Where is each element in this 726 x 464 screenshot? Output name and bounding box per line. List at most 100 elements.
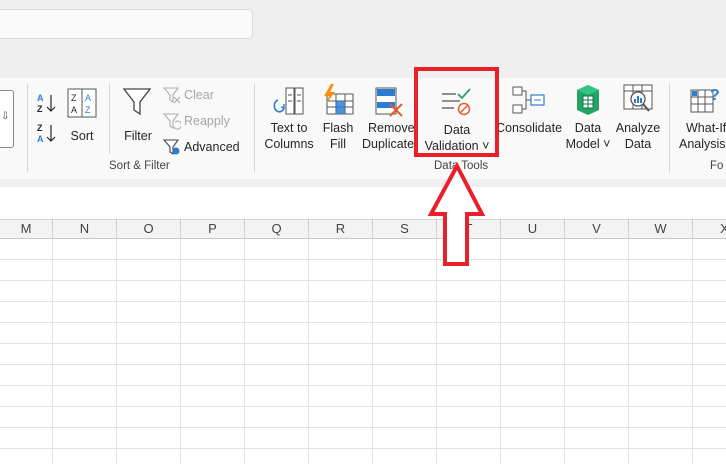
separator	[669, 84, 670, 172]
clear-label: Clear	[184, 88, 214, 102]
sort-label: Sort	[70, 129, 94, 143]
formula-bar-area[interactable]	[0, 187, 726, 219]
column-divider[interactable]	[692, 219, 693, 239]
what-if-label-line2: Analysis ˅	[679, 137, 726, 151]
consolidate-button[interactable]: Consolidate	[496, 86, 562, 136]
column-header[interactable]: M	[0, 220, 52, 238]
sort-button[interactable]: Z A A Z Sort	[64, 86, 100, 146]
advanced-filter-icon	[163, 139, 180, 156]
grid-line	[0, 385, 726, 386]
grid-line	[0, 406, 726, 407]
column-header[interactable]: W	[629, 220, 692, 238]
svg-text:Z: Z	[71, 93, 77, 103]
column-header-row: M N O P Q R S T U V W X	[0, 219, 726, 239]
grid-line	[0, 280, 726, 281]
advanced-label: Advanced	[184, 140, 240, 154]
grid-line	[0, 448, 726, 449]
grid-line	[0, 343, 726, 344]
consolidate-icon	[512, 86, 545, 114]
partial-left-button[interactable]: ⇩	[0, 90, 14, 148]
column-divider[interactable]	[116, 219, 117, 239]
forecast-group-label: Fo	[710, 160, 724, 172]
grid-line	[692, 239, 693, 464]
column-header[interactable]: U	[501, 220, 564, 238]
sort-ascending-button[interactable]: A Z	[36, 92, 58, 114]
column-divider[interactable]	[52, 219, 53, 239]
grid-line	[0, 364, 726, 365]
data-model-label-line2: Model ˅	[565, 137, 611, 151]
sort-descending-button[interactable]: Z A	[36, 122, 58, 144]
grid-line	[628, 239, 629, 464]
analyze-data-label-line1: Analyze	[615, 121, 661, 135]
clear-button: Clear	[162, 86, 222, 106]
remove-duplicates-label-line1: Remove	[368, 121, 414, 135]
search-box[interactable]	[0, 9, 253, 39]
svg-text:Z: Z	[37, 104, 43, 114]
sort-z-a-icon: Z A	[37, 123, 56, 144]
column-divider[interactable]	[500, 219, 501, 239]
column-header[interactable]: Q	[245, 220, 308, 238]
grid-line	[116, 239, 117, 464]
grid-line	[244, 239, 245, 464]
consolidate-label: Consolidate	[496, 121, 563, 135]
flash-fill-icon	[324, 84, 354, 115]
svg-text:A: A	[71, 105, 77, 115]
column-divider[interactable]	[564, 219, 565, 239]
reapply-button: Reapply	[162, 112, 232, 132]
column-divider[interactable]	[180, 219, 181, 239]
reapply-label: Reapply	[184, 114, 230, 128]
text-to-columns-button[interactable]: Text to Columns	[262, 86, 316, 154]
sort-a-z-icon: A Z	[37, 93, 56, 114]
svg-text:Z: Z	[85, 105, 91, 115]
sort-filter-group-label: Sort & Filter	[109, 160, 170, 172]
flash-fill-button[interactable]: Flash Fill	[318, 84, 358, 154]
separator	[27, 84, 28, 172]
remove-duplicates-button[interactable]: Remove Duplicates	[362, 86, 414, 154]
flash-fill-label-line1: Flash	[322, 121, 354, 135]
grid-line	[436, 239, 437, 464]
column-divider[interactable]	[244, 219, 245, 239]
up-arrow-annotation	[427, 162, 486, 266]
grid-line	[180, 239, 181, 464]
data-model-label-line1: Data	[574, 121, 602, 135]
svg-text:A: A	[37, 134, 44, 144]
grid-line	[0, 301, 726, 302]
grid-line	[372, 239, 373, 464]
column-header[interactable]: P	[181, 220, 244, 238]
svg-text:A: A	[85, 93, 91, 103]
column-divider[interactable]	[308, 219, 309, 239]
column-header[interactable]: X	[693, 220, 726, 238]
grid-line	[500, 239, 501, 464]
advanced-button[interactable]: Advanced	[162, 138, 242, 158]
remove-duplicates-label-line2: Duplicates	[362, 137, 414, 151]
column-header[interactable]: V	[565, 220, 628, 238]
filter-button[interactable]: Filter	[118, 86, 158, 146]
what-if-analysis-button[interactable]: ? What-If Analysis ˅	[676, 86, 726, 154]
ribbon-divider	[0, 179, 726, 187]
text-to-columns-icon	[273, 87, 304, 115]
flash-fill-label-line2: Fill	[330, 137, 346, 151]
reapply-filter-icon	[163, 113, 181, 130]
grid-line	[308, 239, 309, 464]
grid-line	[0, 322, 726, 323]
column-divider[interactable]	[628, 219, 629, 239]
grid-line	[564, 239, 565, 464]
dropdown-icon: ⇩	[1, 111, 10, 122]
column-divider[interactable]	[372, 219, 373, 239]
analyze-data-label-line2: Data	[624, 137, 652, 151]
clear-filter-icon	[163, 87, 181, 104]
grid-line	[52, 239, 53, 464]
column-header[interactable]: N	[53, 220, 116, 238]
svg-text:?: ?	[710, 87, 720, 104]
remove-duplicates-icon	[375, 87, 403, 117]
separator	[109, 84, 110, 154]
data-model-icon	[577, 85, 599, 115]
analyze-data-button[interactable]: Analyze Data	[614, 84, 662, 154]
ribbon: ⇩ A Z Z A Z A A Z Sort Filter Clear Reap…	[0, 78, 726, 179]
data-model-button[interactable]: Data Model ˅	[563, 84, 613, 154]
what-if-label-line1: What-If	[686, 121, 726, 135]
analyze-data-icon	[623, 84, 653, 112]
column-header[interactable]: R	[309, 220, 372, 238]
filter-label: Filter	[124, 129, 152, 143]
column-header[interactable]: O	[117, 220, 180, 238]
